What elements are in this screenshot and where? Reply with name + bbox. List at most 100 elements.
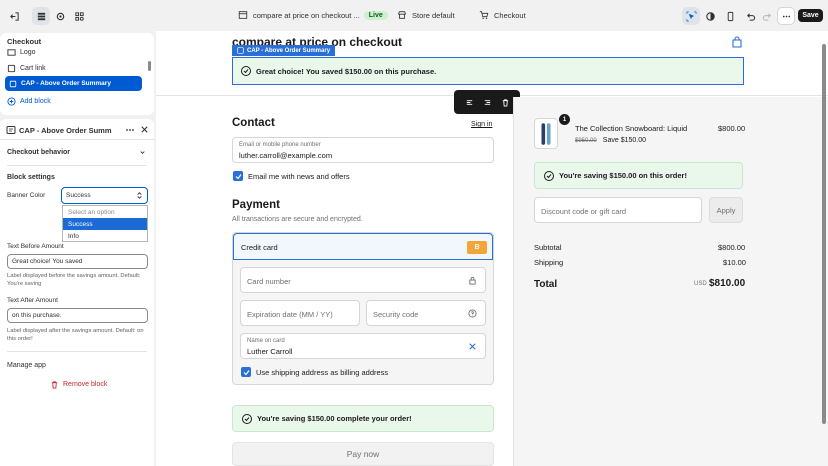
cap-savings-banner[interactable]: Great choice! You saved $150.00 on this … [232,57,744,85]
cart-icon [479,11,489,19]
preview-scrollbar[interactable] [822,44,826,424]
redo-icon [758,7,776,25]
remove-block-button[interactable]: Remove block [50,380,107,389]
currency-label: USD [694,281,707,287]
security-code-field[interactable]: Security code [366,300,486,326]
card-number-field[interactable]: Card number [240,267,486,293]
cursor-select-icon [682,7,700,25]
plus-circle-icon [7,96,16,106]
app-block-icon [9,80,17,87]
more-icon[interactable] [125,125,135,135]
redo-button[interactable] [758,7,776,25]
banner-color-select[interactable]: Success [61,187,148,204]
settings-button[interactable] [51,7,69,25]
compare-price: $950.00 [575,138,597,144]
device-button[interactable] [721,7,739,25]
add-block-button[interactable]: Add block [7,95,51,107]
apps-button[interactable] [70,7,88,25]
checkout-behavior-label: Checkout behavior [7,149,71,156]
block-settings-panel: CAP - Above Order Summ Checkout behavior… [0,119,154,466]
app-block-icon [237,47,244,54]
clear-icon[interactable] [468,342,477,351]
divider [0,139,154,140]
check-circle-icon [241,66,251,76]
trash-icon[interactable] [501,98,510,107]
subtotal-value: $800.00 [718,243,746,252]
email-news-checkbox[interactable] [233,171,243,181]
complete-order-text: You're saving $150.00 complete your orde… [257,414,412,423]
contact-heading: Contact [232,117,275,129]
name-on-card-field[interactable]: Name on card Luther Carroll [240,333,486,359]
live-badge: Live [363,10,388,20]
store-selector[interactable]: Store default [397,10,455,20]
sidebar-item-cart-link[interactable]: Cart link [7,62,46,74]
name-on-card-value: Luther Carroll [247,347,293,356]
lock-icon [469,276,476,285]
complete-order-banner: You're saving $150.00 complete your orde… [232,405,494,432]
credit-card-option[interactable]: Credit card B [233,233,493,260]
apply-button[interactable]: Apply [709,197,743,223]
exit-button[interactable] [5,7,23,25]
use-shipping-checkbox[interactable] [241,367,251,377]
email-field[interactable]: Email or mobile phone number luther.carr… [232,137,494,163]
move-up-icon[interactable] [465,98,474,107]
sections-button[interactable] [32,7,50,25]
shopping-bag-icon[interactable] [731,36,743,48]
block-settings-heading: Block settings [7,174,55,181]
inspector-button[interactable] [682,7,700,25]
email-label: Email or mobile phone number [239,142,321,148]
image-icon [7,48,16,56]
total-value: $810.00 [709,278,746,289]
discount-code-field[interactable]: Discount code or gift card [534,197,702,223]
close-icon[interactable] [140,125,149,134]
banner-color-label: Banner Color [7,192,46,199]
banner-color-value: Success [66,192,91,199]
order-summary-column [513,97,828,466]
product-price: $800.00 [718,124,746,133]
cap-block-tag[interactable]: CAP - Above Order Summary [232,45,336,56]
move-down-icon[interactable] [483,98,492,107]
top-bar: compare at price on checkout ... Live St… [0,0,828,31]
expiration-placeholder: Expiration date (MM / YY) [247,310,333,319]
sidebar-item-logo[interactable]: Logo [7,47,36,57]
text-after-hint: Label displayed after the savings amount… [7,328,144,342]
snowboard-image [541,122,551,145]
gear-icon [51,7,69,25]
discount-placeholder: Discount code or gift card [541,207,627,216]
sidebar-item-cap[interactable]: CAP - Above Order Summary [5,76,142,91]
manage-app-link[interactable]: Manage app [7,362,46,369]
checkout-behavior-toggle[interactable]: Checkout behavior [7,147,147,158]
section-title: Checkout [7,37,42,46]
preview-button[interactable] [701,7,719,25]
credit-card-label: Credit card [241,243,278,252]
chevron-down-icon [140,151,145,155]
help-circle-icon[interactable] [468,309,477,318]
block-icon [7,64,16,72]
store-icon [398,11,406,19]
payment-heading: Payment [232,199,280,211]
sign-in-link[interactable]: Sign in [471,121,492,128]
page-selector[interactable]: compare at price on checkout ... Live [238,10,388,20]
expiration-field[interactable]: Expiration date (MM / YY) [240,300,360,326]
sections-icon [32,7,50,25]
remove-block-label: Remove block [63,381,108,388]
sidebar-scrollbar[interactable] [148,61,151,71]
page-name: compare at price on checkout ... [253,10,360,20]
divider [7,165,147,166]
checkmark-icon [235,173,241,179]
name-on-card-label: Name on card [247,338,285,344]
dropdown-option[interactable]: Success [63,218,147,230]
checkout-selector[interactable]: Checkout [479,10,526,20]
quantity-badge: 1 [559,114,570,125]
pay-now-button[interactable]: Pay now [232,442,494,466]
dropdown-option[interactable]: Info [63,230,147,242]
card-number-placeholder: Card number [247,277,291,286]
sections-panel: Checkout Logo Cart link CAP - Above Orde… [0,33,154,115]
text-before-input[interactable]: Great choice! You saved [7,254,148,269]
save-button[interactable]: Save [798,9,823,22]
undo-button[interactable] [741,7,759,25]
more-button[interactable] [777,7,795,25]
text-after-input[interactable]: on this purchase. [7,308,148,323]
shipping-label: Shipping [534,258,564,267]
dropdown-option[interactable]: Select an option [63,206,147,218]
